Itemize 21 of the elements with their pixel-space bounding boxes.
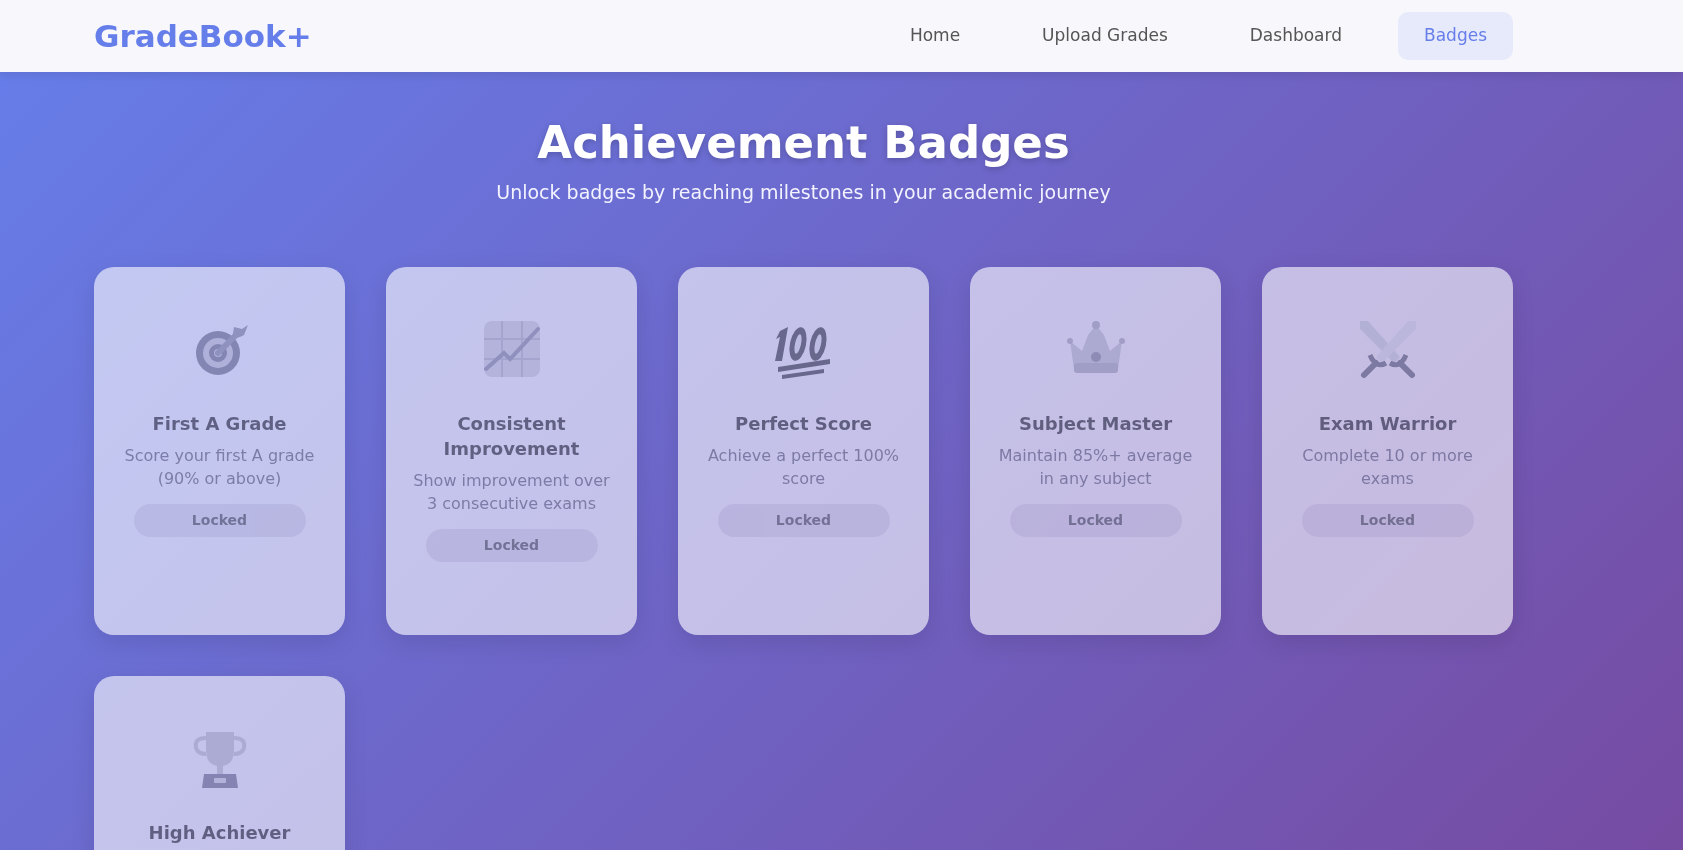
badge-title: Subject Master xyxy=(1017,411,1173,436)
nav-link[interactable]: Upload Grades xyxy=(1016,12,1194,60)
badge-description: Maintain 85%+ average in any subject xyxy=(997,444,1194,490)
badge-description: Score your first A grade (90% or above) xyxy=(123,444,316,490)
nav-link[interactable]: Home xyxy=(883,12,987,60)
page-subtitle: Unlock badges by reaching milestones in your academic journey xyxy=(495,180,1112,205)
badge-description: Achieve a perfect 100% score xyxy=(706,444,901,490)
page-title: Achievement Badges xyxy=(536,116,1071,170)
badge-title: Perfect Score xyxy=(734,411,873,436)
status-pill: Locked xyxy=(1301,504,1474,538)
status-pill: Locked xyxy=(717,504,890,538)
badge-description: Show improvement over 3 consecutive exams xyxy=(412,469,611,516)
nav-link[interactable]: Dashboard xyxy=(1223,12,1368,60)
badge-title: Consistent Improvement xyxy=(442,411,581,461)
badge-title: Exam Warrior xyxy=(1317,411,1458,436)
status-pill: Locked xyxy=(1009,504,1182,538)
badge-title: First A Grade xyxy=(151,411,288,436)
badge-description: Complete 10 or more exams xyxy=(1301,444,1474,490)
badge-title: High Achiever xyxy=(147,820,292,845)
status-pill: Locked xyxy=(425,529,598,563)
status-pill: Locked xyxy=(133,504,306,538)
